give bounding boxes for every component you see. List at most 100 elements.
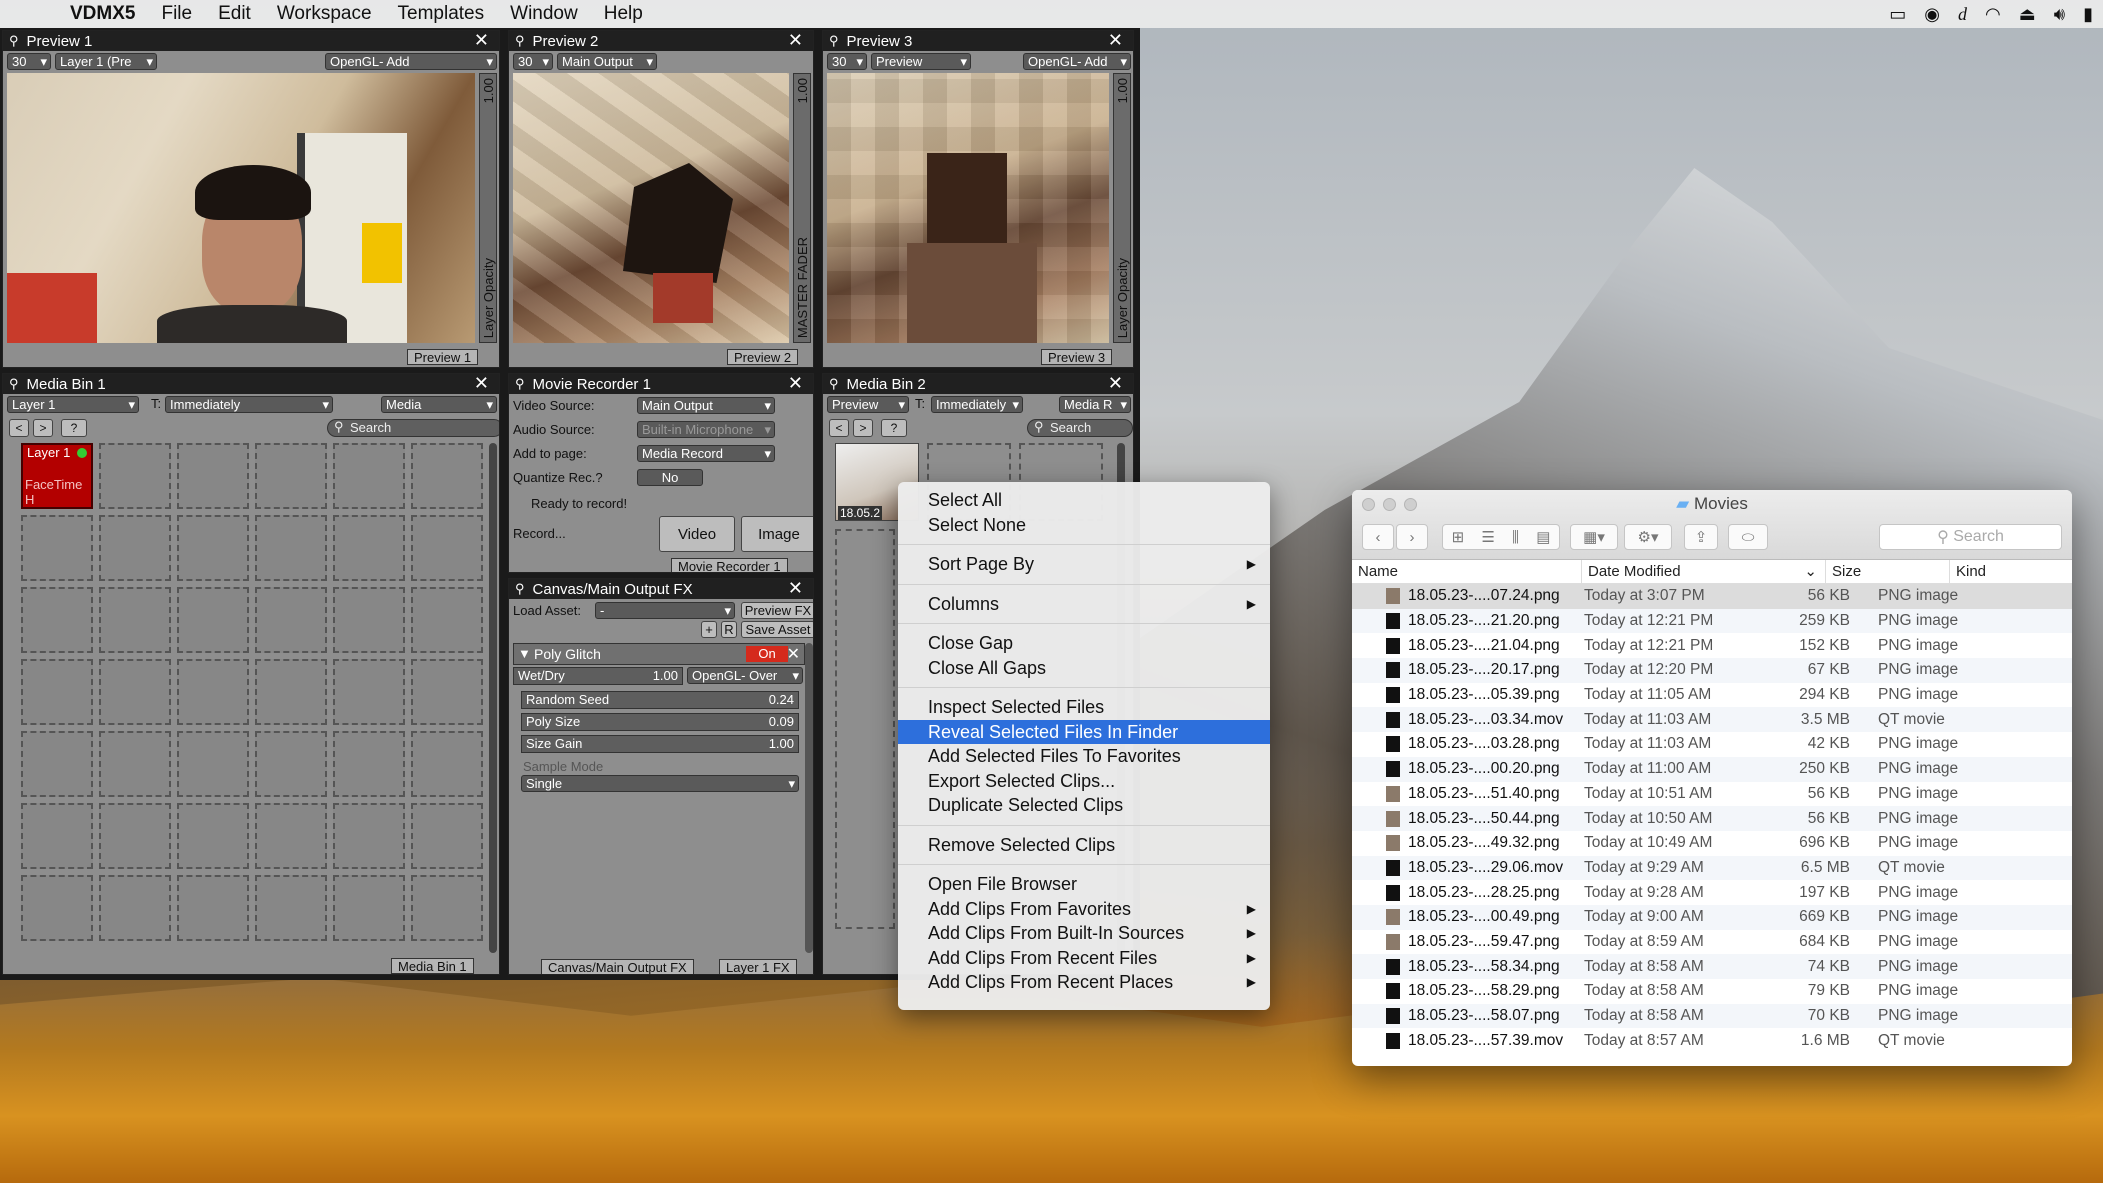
forward-button[interactable]: ›	[1396, 524, 1428, 550]
clip-slot[interactable]	[177, 443, 249, 509]
clip-slot[interactable]	[411, 731, 483, 797]
layer-opacity-fader[interactable]: 1.00 Layer Opacity	[479, 73, 497, 343]
menu-item-add-clips-from-built-in-sources[interactable]: Add Clips From Built-In Sources	[898, 921, 1270, 946]
group-button[interactable]: ▦▾	[1570, 524, 1618, 550]
battery-icon[interactable]: ▮	[2083, 4, 2093, 25]
clip-slot[interactable]	[177, 587, 249, 653]
quantize-toggle[interactable]: No	[637, 469, 703, 486]
help-button[interactable]: ?	[61, 419, 87, 437]
column-name[interactable]: Name	[1352, 560, 1582, 583]
media-select[interactable]: Media R	[1059, 396, 1131, 413]
share-button[interactable]: ⇪	[1684, 524, 1718, 550]
preview-2-image[interactable]	[513, 73, 789, 343]
wifi-icon[interactable]: ◠	[1985, 4, 2001, 25]
close-icon[interactable]: ✕	[474, 374, 489, 394]
view-mode-control[interactable]: ⊞ ☰ ⫼ ▤	[1442, 524, 1560, 550]
random-seed-slider[interactable]: Random Seed 0.24	[521, 691, 799, 709]
next-page-button[interactable]: >	[33, 419, 53, 437]
remove-effect-icon[interactable]: ✕	[787, 644, 800, 664]
menu-item-select-none[interactable]: Select None	[898, 513, 1270, 538]
size-gain-slider[interactable]: Size Gain 1.00	[521, 735, 799, 753]
clip-slot[interactable]	[99, 443, 171, 509]
file-row[interactable]: 18.05.23-....28.25.png Today at 9:28 AM 19…	[1352, 880, 2072, 905]
action-button[interactable]: ⚙▾	[1624, 524, 1672, 550]
clip-slot[interactable]	[333, 587, 405, 653]
menu-item-columns[interactable]: Columns	[898, 592, 1270, 617]
file-row[interactable]: 18.05.23-....05.39.png Today at 11:05 AM 2…	[1352, 683, 2072, 708]
menu-item-export-selected-clips[interactable]: Export Selected Clips...	[898, 769, 1270, 794]
clip-slot[interactable]	[255, 443, 327, 509]
blend-mode-select[interactable]: OpenGL- Add	[1023, 53, 1131, 70]
tags-button[interactable]: ⬭	[1728, 524, 1768, 550]
clip-slot[interactable]	[99, 587, 171, 653]
menu-item-add-clips-from-favorites[interactable]: Add Clips From Favorites	[898, 897, 1270, 922]
source-select[interactable]: Main Output	[557, 53, 657, 70]
clip-slot[interactable]	[255, 659, 327, 725]
sample-mode-select[interactable]: Single	[521, 775, 799, 792]
icon-view-icon[interactable]: ⊞	[1452, 528, 1465, 546]
media-select[interactable]: Media	[381, 396, 497, 413]
menu-help[interactable]: Help	[604, 3, 643, 25]
source-select[interactable]: Preview	[827, 396, 909, 413]
video-source-select[interactable]: Main Output	[637, 397, 775, 414]
clip-slot-layer-1[interactable]: Layer 1 FaceTime H	[21, 443, 93, 509]
prev-page-button[interactable]: <	[9, 419, 29, 437]
clip-slot[interactable]	[835, 529, 895, 929]
clip-slot[interactable]	[333, 875, 405, 941]
help-button[interactable]: ?	[881, 419, 907, 437]
clip-slot[interactable]	[255, 515, 327, 581]
menu-edit[interactable]: Edit	[218, 3, 251, 25]
clip-slot[interactable]	[411, 803, 483, 869]
clip-slot[interactable]	[333, 515, 405, 581]
preview-fx-button[interactable]: Preview FX	[741, 602, 813, 619]
record-image-button[interactable]: Image	[741, 516, 813, 552]
column-size[interactable]: Size	[1826, 560, 1950, 583]
clip-slot[interactable]	[177, 875, 249, 941]
file-row[interactable]: 18.05.23-....00.49.png Today at 9:00 AM 66…	[1352, 904, 2072, 930]
file-row[interactable]: 18.05.23-....58.07.png Today at 8:58 AM 70…	[1352, 1003, 2072, 1029]
add-to-page-select[interactable]: Media Record	[637, 445, 775, 462]
file-row[interactable]: 18.05.23-....58.29.png Today at 8:58 AM 79…	[1352, 979, 2072, 1004]
audio-source-select[interactable]: Built-in Microphone	[637, 421, 775, 438]
menu-item-sort-page-by[interactable]: Sort Page By	[898, 552, 1270, 577]
dictionary-icon[interactable]: d	[1958, 4, 1967, 25]
fx-blend-select[interactable]: OpenGL- Over	[687, 667, 803, 684]
clip-slot[interactable]	[21, 515, 93, 581]
clip-slot[interactable]	[411, 587, 483, 653]
clip-slot[interactable]	[255, 731, 327, 797]
close-icon[interactable]: ✕	[1108, 31, 1123, 51]
fps-select[interactable]: 30	[827, 53, 867, 70]
trigger-select[interactable]: Immediately	[931, 396, 1023, 413]
back-button[interactable]: ‹	[1362, 524, 1394, 550]
media-bin-1-tab[interactable]: Media Bin 1	[391, 958, 474, 974]
close-icon[interactable]: ✕	[474, 31, 489, 51]
clip-slot[interactable]	[99, 659, 171, 725]
list-view-icon[interactable]: ☰	[1481, 528, 1494, 546]
clip-slot[interactable]	[333, 659, 405, 725]
blend-mode-select[interactable]: OpenGL- Add	[325, 53, 497, 70]
clip-slot[interactable]	[21, 803, 93, 869]
clip-slot[interactable]	[99, 731, 171, 797]
media-bin-search[interactable]: Search	[327, 419, 499, 437]
clip-slot[interactable]	[177, 803, 249, 869]
next-page-button[interactable]: >	[853, 419, 873, 437]
layer-select[interactable]: Layer 1	[7, 396, 139, 413]
file-row[interactable]: 18.05.23-....00.20.png Today at 11:00 AM 2…	[1352, 756, 2072, 782]
save-asset-button[interactable]: Save Asset	[741, 621, 813, 638]
preview-3-tab[interactable]: Preview 3	[1041, 349, 1113, 365]
menu-item-reveal-selected-files-in-finder[interactable]: Reveal Selected Files In Finder	[898, 719, 1270, 744]
close-icon[interactable]: ✕	[788, 579, 803, 599]
volume-icon[interactable]: 🔊︎	[2054, 4, 2065, 25]
canvas-fx-tab[interactable]: Canvas/Main Output FX	[541, 959, 694, 974]
effect-on-toggle[interactable]: On	[746, 646, 788, 662]
menu-item-add-selected-files-to-favorites[interactable]: Add Selected Files To Favorites	[898, 744, 1270, 769]
finder-search-input[interactable]: ⚲ Search	[1879, 524, 2062, 550]
layer-select[interactable]: Layer 1 (Pre	[55, 53, 157, 70]
clip-slot[interactable]	[99, 875, 171, 941]
fps-select[interactable]: 30	[513, 53, 553, 70]
column-view-icon[interactable]: ⫼	[1512, 529, 1519, 546]
wet-dry-slider[interactable]: Wet/Dry 1.00	[513, 667, 683, 685]
screen-record-icon[interactable]: ▭	[1889, 4, 1906, 25]
clip-slot[interactable]	[21, 875, 93, 941]
master-fader[interactable]: 1.00 MASTER FADER	[793, 73, 811, 343]
